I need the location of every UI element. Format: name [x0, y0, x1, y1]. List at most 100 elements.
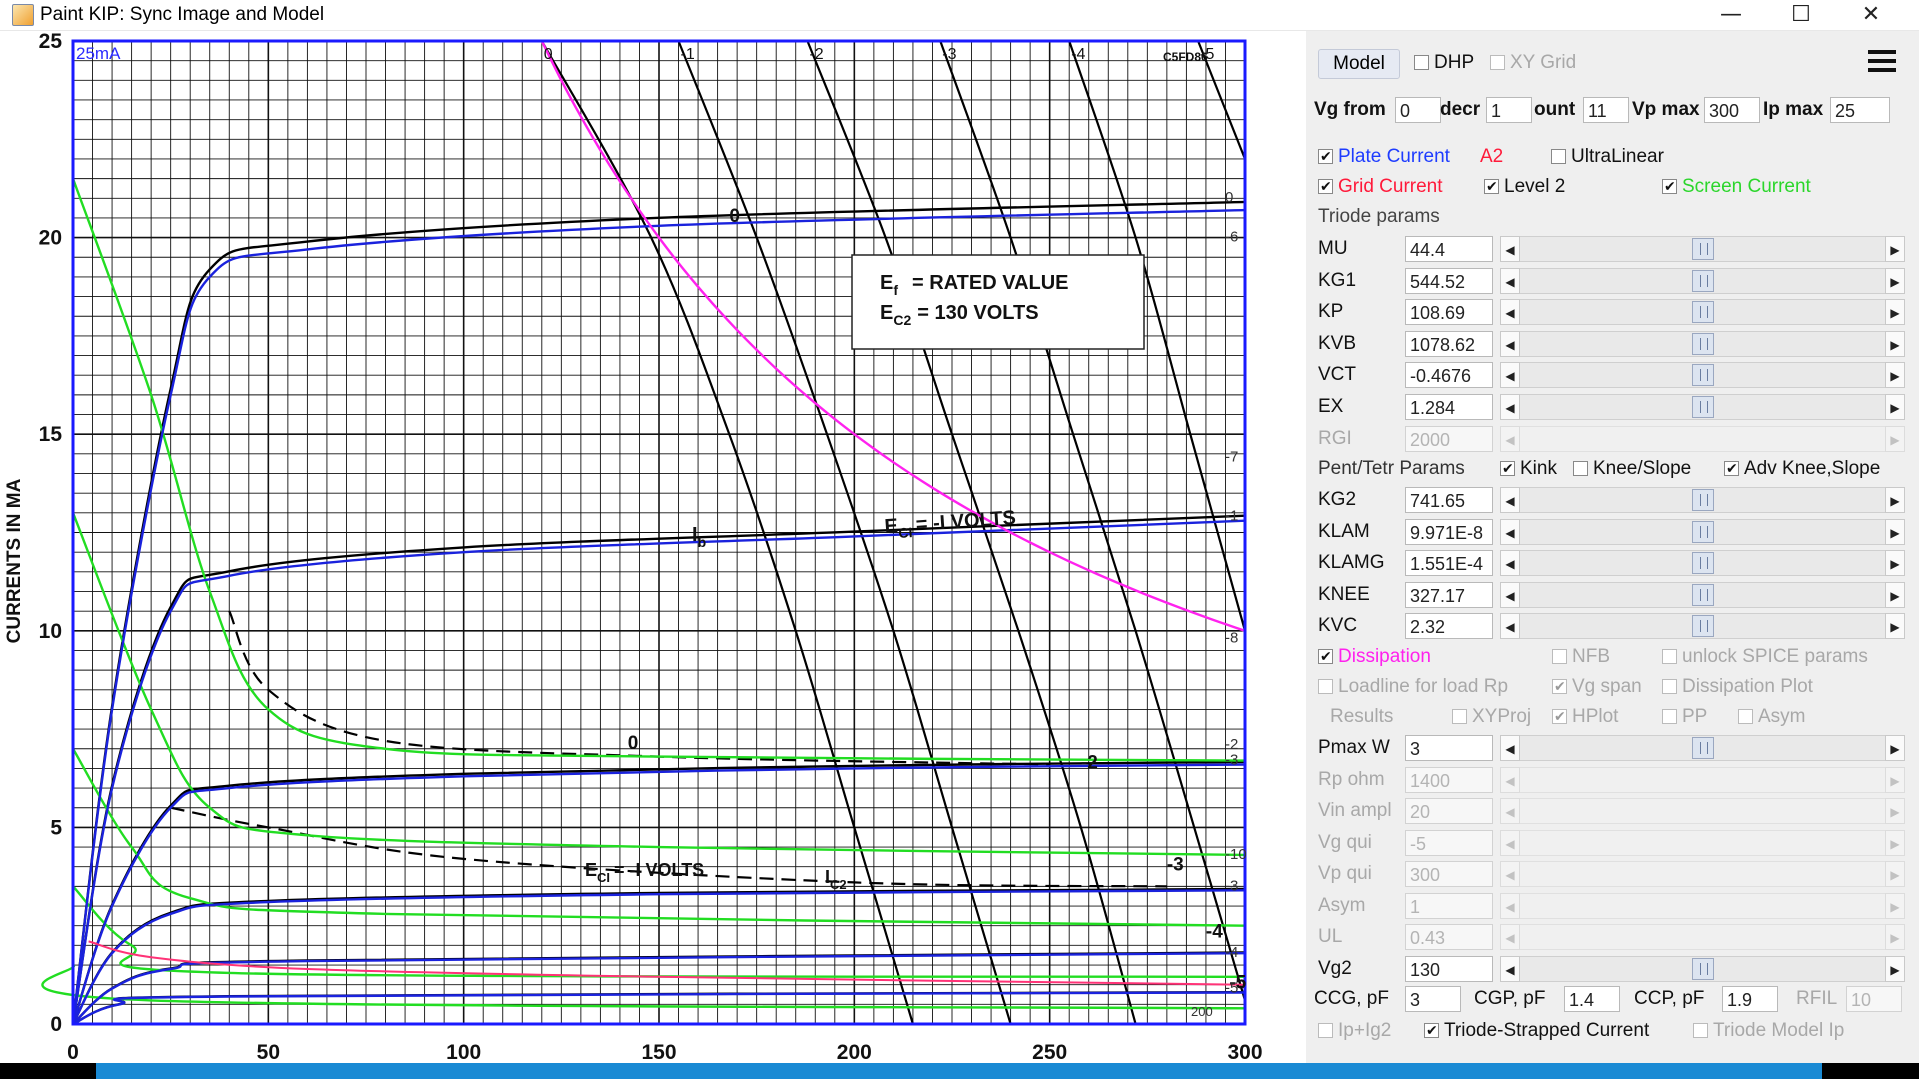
param-slider-params2-3[interactable]: ◀ ▶	[1500, 581, 1905, 608]
tube-chart[interactable]: 0 50 100 150 200 250 300 0 5 10 15 20 25 CURRENTS IN…	[0, 30, 1305, 1071]
asym-checkbox[interactable]: Asym	[1738, 706, 1806, 728]
slider-left-arrow-icon[interactable]: ◀	[1500, 362, 1520, 389]
hplot-checkbox[interactable]: HPlot	[1552, 706, 1618, 728]
slider-right-arrow-icon[interactable]: ▶	[1885, 518, 1905, 545]
slider-right-arrow-icon[interactable]: ▶	[1885, 330, 1905, 357]
knee-slope-checkbox[interactable]: Knee/Slope	[1573, 458, 1691, 480]
plot-area[interactable]: 0 50 100 150 200 250 300 0 5 10 15 20 25 CURRENTS IN…	[0, 30, 1305, 1071]
vg-span-checkbox[interactable]: Vg span	[1552, 676, 1642, 698]
param-input-params-5[interactable]: 1.284	[1405, 394, 1493, 420]
param-input-params-0[interactable]: 44.4	[1405, 236, 1493, 262]
param-slider-params3-1[interactable]: ◀ ▶	[1500, 766, 1905, 793]
param-slider-params3-4[interactable]: ◀ ▶	[1500, 861, 1905, 887]
param-slider-params2-4[interactable]: ◀ ▶	[1500, 613, 1905, 640]
grid-current-checkbox[interactable]: Grid Current	[1318, 176, 1443, 198]
slider-right-arrow-icon[interactable]: ▶	[1885, 299, 1905, 326]
param-input-params3-7[interactable]: 130	[1405, 955, 1493, 982]
slider-left-arrow-icon[interactable]: ◀	[1500, 236, 1520, 262]
slider-right-arrow-icon[interactable]: ▶	[1885, 798, 1905, 824]
dissipation-plot-checkbox[interactable]: Dissipation Plot	[1662, 676, 1813, 698]
minimize-button[interactable]: —	[1696, 0, 1766, 30]
pp-checkbox[interactable]: PP	[1662, 706, 1707, 728]
slider-left-arrow-icon[interactable]: ◀	[1500, 613, 1520, 640]
count-input[interactable]: 11	[1583, 97, 1629, 123]
slider-thumb[interactable]	[1691, 238, 1714, 260]
slider-right-arrow-icon[interactable]: ▶	[1885, 861, 1905, 887]
param-slider-params-4[interactable]: ◀ ▶	[1500, 362, 1905, 389]
slider-right-arrow-icon[interactable]: ▶	[1885, 924, 1905, 950]
hamburger-menu-icon[interactable]	[1866, 44, 1900, 80]
slider-track[interactable]	[1520, 861, 1885, 887]
slider-thumb[interactable]	[1691, 957, 1714, 980]
ccg-input[interactable]: 3	[1405, 986, 1461, 1012]
slider-left-arrow-icon[interactable]: ◀	[1500, 299, 1520, 326]
vp-max-input[interactable]: 300	[1704, 97, 1760, 123]
slider-thumb[interactable]	[1691, 552, 1714, 575]
xyproj-checkbox[interactable]: XYProj	[1452, 706, 1531, 728]
slider-thumb[interactable]	[1691, 364, 1714, 387]
triode-model-ip-checkbox[interactable]: Triode Model Ip	[1693, 1020, 1844, 1042]
slider-left-arrow-icon[interactable]: ◀	[1500, 735, 1520, 761]
slider-left-arrow-icon[interactable]: ◀	[1500, 924, 1520, 950]
plate-current-checkbox[interactable]: Plate Current	[1318, 146, 1450, 168]
screen-current-checkbox[interactable]: Screen Current	[1662, 176, 1811, 198]
param-input-params-3[interactable]: 1078.62	[1405, 330, 1493, 357]
slider-left-arrow-icon[interactable]: ◀	[1500, 550, 1520, 577]
slider-thumb[interactable]	[1691, 301, 1714, 324]
param-input-params2-2[interactable]: 1.551E-4	[1405, 550, 1493, 577]
param-input-params2-4[interactable]: 2.32	[1405, 613, 1493, 640]
param-input-params-4[interactable]: -0.4676	[1405, 362, 1493, 389]
param-slider-params3-3[interactable]: ◀ ▶	[1500, 829, 1905, 856]
param-slider-params3-2[interactable]: ◀ ▶	[1500, 798, 1905, 824]
param-slider-params3-5[interactable]: ◀ ▶	[1500, 892, 1905, 919]
param-input-params-2[interactable]: 108.69	[1405, 299, 1493, 326]
param-slider-params2-1[interactable]: ◀ ▶	[1500, 518, 1905, 545]
slider-track[interactable]	[1520, 766, 1885, 793]
decr-input[interactable]: 1	[1486, 97, 1532, 123]
param-input-params3-4[interactable]: 300	[1405, 861, 1493, 887]
param-input-params2-0[interactable]: 741.65	[1405, 487, 1493, 513]
param-slider-params3-7[interactable]: ◀ ▶	[1500, 955, 1905, 982]
param-input-params3-6[interactable]: 0.43	[1405, 924, 1493, 950]
slider-thumb[interactable]	[1691, 737, 1714, 759]
param-input-params3-5[interactable]: 1	[1405, 892, 1493, 919]
slider-right-arrow-icon[interactable]: ▶	[1885, 735, 1905, 761]
param-input-params3-3[interactable]: -5	[1405, 829, 1493, 856]
slider-right-arrow-icon[interactable]: ▶	[1885, 613, 1905, 640]
vg-from-input[interactable]: 0	[1395, 97, 1441, 123]
slider-right-arrow-icon[interactable]: ▶	[1885, 581, 1905, 608]
param-slider-params2-0[interactable]: ◀ ▶	[1500, 487, 1905, 513]
param-input-params2-1[interactable]: 9.971E-8	[1405, 518, 1493, 545]
slider-left-arrow-icon[interactable]: ◀	[1500, 829, 1520, 856]
slider-right-arrow-icon[interactable]: ▶	[1885, 267, 1905, 294]
slider-left-arrow-icon[interactable]: ◀	[1500, 518, 1520, 545]
slider-right-arrow-icon[interactable]: ▶	[1885, 425, 1905, 452]
slider-right-arrow-icon[interactable]: ▶	[1885, 362, 1905, 389]
slider-left-arrow-icon[interactable]: ◀	[1500, 955, 1520, 982]
slider-track[interactable]	[1520, 892, 1885, 919]
unlock-spice-checkbox[interactable]: unlock SPICE params	[1662, 646, 1868, 668]
kink-checkbox[interactable]: Kink	[1500, 458, 1557, 480]
param-slider-params-2[interactable]: ◀ ▶	[1500, 299, 1905, 326]
ultralinear-checkbox[interactable]: UltraLinear	[1551, 146, 1664, 168]
slider-left-arrow-icon[interactable]: ◀	[1500, 267, 1520, 294]
xy-grid-checkbox[interactable]: XY Grid	[1490, 52, 1576, 74]
slider-left-arrow-icon[interactable]: ◀	[1500, 394, 1520, 420]
slider-right-arrow-icon[interactable]: ▶	[1885, 829, 1905, 856]
adv-knee-checkbox[interactable]: Adv Knee,Slope	[1724, 458, 1880, 480]
param-slider-params3-0[interactable]: ◀ ▶	[1500, 735, 1905, 761]
slider-left-arrow-icon[interactable]: ◀	[1500, 861, 1520, 887]
ip-max-input[interactable]: 25	[1830, 97, 1890, 123]
slider-right-arrow-icon[interactable]: ▶	[1885, 766, 1905, 793]
slider-thumb[interactable]	[1691, 396, 1714, 418]
param-input-params3-1[interactable]: 1400	[1405, 766, 1493, 793]
slider-right-arrow-icon[interactable]: ▶	[1885, 550, 1905, 577]
loadline-checkbox[interactable]: Loadline for load Rp	[1318, 676, 1508, 698]
param-slider-params-6[interactable]: ◀ ▶	[1500, 425, 1905, 452]
slider-right-arrow-icon[interactable]: ▶	[1885, 394, 1905, 420]
level2-checkbox[interactable]: Level 2	[1484, 176, 1565, 198]
dhp-checkbox[interactable]: DHP	[1414, 52, 1474, 74]
param-slider-params3-6[interactable]: ◀ ▶	[1500, 924, 1905, 950]
param-slider-params-3[interactable]: ◀ ▶	[1500, 330, 1905, 357]
slider-left-arrow-icon[interactable]: ◀	[1500, 892, 1520, 919]
